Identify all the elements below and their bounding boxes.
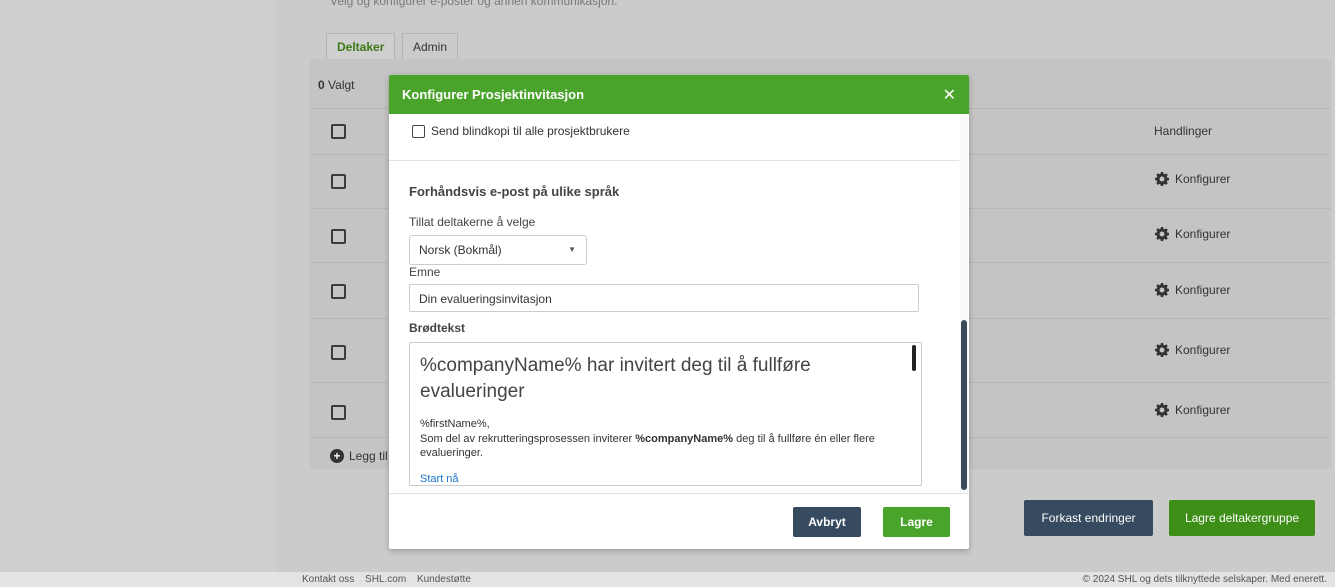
configure-row-button[interactable]: Konfigurer <box>1155 172 1230 186</box>
allow-choose-label: Tillat deltakerne å velge <box>409 215 536 229</box>
intro-text: Velg og konfigurer e-poster og annen kom… <box>330 0 618 8</box>
select-all-checkbox[interactable] <box>331 124 346 139</box>
subject-label: Emne <box>409 265 441 279</box>
bcc-checkbox[interactable] <box>412 125 425 138</box>
close-icon[interactable]: ✕ <box>943 85 956 105</box>
body-greeting: %firstName%, <box>420 418 490 430</box>
body-editor[interactable]: %companyName% har invitert deg til å ful… <box>409 342 922 486</box>
save-button[interactable]: Lagre <box>883 507 950 537</box>
row-checkbox[interactable] <box>331 345 346 360</box>
configure-label: Konfigurer <box>1175 283 1231 297</box>
language-select[interactable]: Norsk (Bokmål) ▼ <box>409 235 587 265</box>
footer: Kontakt oss SHL.com Kundestøtte © 2024 S… <box>0 572 1335 587</box>
body-label: Brødtekst <box>409 321 466 335</box>
row-checkbox[interactable] <box>331 284 346 299</box>
gear-icon <box>1155 343 1169 357</box>
footer-link-shl[interactable]: SHL.com <box>365 574 406 585</box>
modal-header: Konfigurer Prosjektinvitasjon ✕ <box>389 75 969 114</box>
actions-header: Handlinger <box>1154 124 1213 138</box>
configure-label: Konfigurer <box>1175 227 1231 241</box>
configure-label: Konfigurer <box>1175 403 1231 417</box>
modal-divider <box>389 160 959 161</box>
configure-row-button[interactable]: Konfigurer <box>1155 403 1230 417</box>
footer-link-support[interactable]: Kundestøtte <box>417 574 471 585</box>
configure-row-button[interactable]: Konfigurer <box>1155 227 1230 241</box>
selected-count: 0 Valgt <box>318 78 355 92</box>
gear-icon <box>1155 172 1169 186</box>
language-value: Norsk (Bokmål) <box>419 243 502 257</box>
configure-label: Konfigurer <box>1175 172 1231 186</box>
modal-footer-divider <box>389 493 969 494</box>
body-paragraph: Som del av rekrutteringsprosessen invite… <box>420 433 875 459</box>
plus-circle-icon: + <box>330 449 344 463</box>
chevron-down-icon: ▼ <box>568 245 576 254</box>
gear-icon <box>1155 283 1169 297</box>
subject-input[interactable]: Din evalueringsinvitasjon <box>409 284 919 312</box>
bcc-label: Send blindkopi til alle prosjektbrukere <box>431 124 630 138</box>
gear-icon <box>1155 227 1169 241</box>
configure-row-button[interactable]: Konfigurer <box>1155 283 1230 297</box>
footer-link-contact[interactable]: Kontakt oss <box>302 574 354 585</box>
tab-deltaker[interactable]: Deltaker <box>326 33 396 60</box>
footer-links: Kontakt oss SHL.com Kundestøtte <box>302 574 479 585</box>
configure-label: Konfigurer <box>1175 343 1231 357</box>
modal-title: Konfigurer Prosjektinvitasjon <box>402 87 585 102</box>
cancel-button[interactable]: Avbryt <box>793 507 861 537</box>
tab-admin[interactable]: Admin <box>402 33 459 60</box>
configure-invitation-modal: Konfigurer Prosjektinvitasjon ✕ Send bli… <box>389 75 969 549</box>
editor-scrollbar[interactable] <box>912 345 916 371</box>
modal-scrollbar-thumb[interactable] <box>961 320 967 490</box>
add-row-button[interactable]: + Legg til <box>330 449 388 463</box>
left-gutter <box>0 0 277 572</box>
add-row-label: Legg til <box>349 449 388 463</box>
footer-copyright: © 2024 SHL og dets tilknyttede selskaper… <box>1082 574 1327 585</box>
configure-row-button[interactable]: Konfigurer <box>1155 343 1230 357</box>
discard-changes-button[interactable]: Forkast endringer <box>1024 500 1153 536</box>
preview-section-title: Forhåndsvis e-post på ulike språk <box>409 184 620 199</box>
row-checkbox[interactable] <box>331 174 346 189</box>
row-checkbox[interactable] <box>331 229 346 244</box>
body-heading: %companyName% har invitert deg til å ful… <box>420 355 811 402</box>
row-checkbox[interactable] <box>331 405 346 420</box>
gear-icon <box>1155 403 1169 417</box>
save-group-button[interactable]: Lagre deltakergruppe <box>1169 500 1315 536</box>
start-now-link[interactable]: Start nå <box>420 473 459 485</box>
